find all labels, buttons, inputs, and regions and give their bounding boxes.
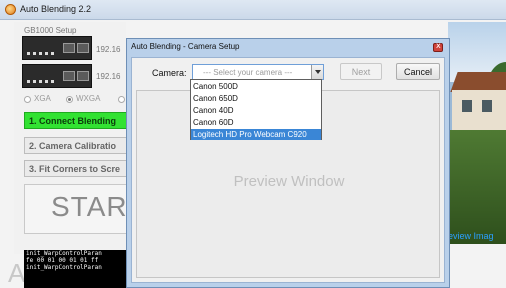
step-connect-blending-button[interactable]: 1. Connect Blending	[24, 112, 136, 129]
radio-xga[interactable]	[24, 96, 31, 103]
close-icon[interactable]	[433, 41, 443, 52]
camera-option[interactable]: Canon 500D	[191, 81, 321, 92]
console-line: init_WarpControlParan	[26, 250, 102, 257]
main-window-title: Auto Blending 2.2	[20, 4, 92, 14]
console-line: init_WarpControlParan	[26, 264, 102, 271]
app-logo-icon	[5, 4, 16, 15]
cancel-button[interactable]: Cancel	[396, 63, 440, 80]
port-icon	[63, 43, 75, 53]
led-dots-icon	[27, 52, 57, 55]
preview-window	[482, 100, 492, 112]
camera-label: Camera:	[152, 68, 187, 78]
port-icon	[77, 71, 89, 81]
preview-window-label: Preview Window	[233, 173, 345, 190]
dialog-title: Auto Blending - Camera Setup	[131, 42, 240, 51]
camera-select-value: --- Select your camera ---	[203, 68, 293, 77]
camera-option[interactable]: Canon 60D	[191, 117, 321, 128]
port-icon	[77, 43, 89, 53]
camera-dropdown-list: Canon 500D Canon 650D Canon 40D Canon 60…	[190, 79, 322, 140]
preview-lawn	[448, 130, 506, 244]
device-image-2[interactable]	[22, 64, 92, 88]
console-line: fe 00 01 00 01 01 ff	[26, 257, 99, 264]
preview-image	[448, 22, 506, 244]
preview-image-label: eview Imag	[448, 231, 494, 241]
device-name-label: GB1000 Setup	[24, 26, 77, 35]
side-letter: A	[8, 258, 26, 288]
start-button-label: STAR	[51, 191, 128, 222]
step-camera-calibration-button[interactable]: 2. Camera Calibratio	[24, 137, 136, 154]
preview-house	[452, 90, 506, 130]
radio-wxga-label: WXGA	[76, 94, 101, 103]
start-button[interactable]: STAR	[24, 184, 136, 234]
port-icon	[63, 71, 75, 81]
next-button[interactable]: Next	[340, 63, 382, 80]
device-ip-1: 192.16	[96, 45, 121, 54]
main-titlebar: Auto Blending 2.2	[0, 0, 506, 20]
step-fit-corners-button[interactable]: 3. Fit Corners to Scre	[24, 160, 136, 177]
led-dots-icon	[27, 80, 57, 83]
console-log: init_WarpControlParan fe 00 01 00 01 01 f…	[24, 250, 132, 288]
radio-xga-label: XGA	[34, 94, 51, 103]
camera-option[interactable]: Canon 40D	[191, 105, 321, 116]
radio-more[interactable]	[118, 96, 125, 103]
camera-setup-dialog: Auto Blending - Camera Setup Camera: ---…	[126, 38, 450, 288]
preview-roof	[450, 72, 506, 92]
device-ip-2: 192.16	[96, 72, 121, 81]
camera-select[interactable]: --- Select your camera ---	[192, 64, 324, 80]
camera-option[interactable]: Canon 650D	[191, 93, 321, 104]
radio-wxga[interactable]	[66, 96, 73, 103]
chevron-down-icon[interactable]	[311, 65, 323, 79]
preview-window	[462, 100, 472, 112]
device-image-1[interactable]	[22, 36, 92, 60]
camera-option-highlighted[interactable]: Logitech HD Pro Webcam C920	[191, 129, 321, 140]
